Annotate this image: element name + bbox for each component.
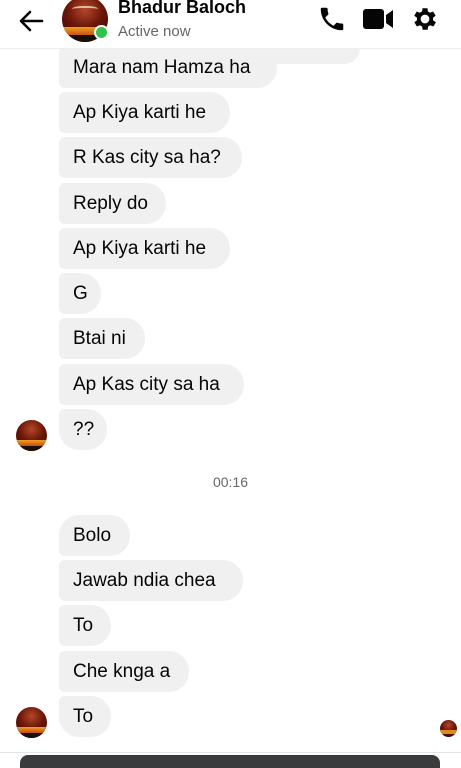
message-bubble[interactable]: Bolo <box>59 515 130 556</box>
seen-receipt-avatar <box>440 720 457 737</box>
contact-name[interactable]: Bhadur Baloch <box>118 0 246 18</box>
chat-screen: Bhadur Baloch Active now Mara nam Hamza … <box>0 0 461 768</box>
message-bubble[interactable]: Reply do <box>59 183 166 224</box>
active-status: Active now <box>118 23 191 40</box>
message-bubble[interactable]: G <box>59 273 101 314</box>
video-camera-icon <box>363 9 393 29</box>
arrow-left-icon <box>19 10 44 32</box>
video-call-button[interactable] <box>361 2 395 36</box>
message-bubble[interactable]: R Kas city sa ha? <box>59 137 242 178</box>
message-bubble[interactable]: Ap Kas city sa ha <box>59 364 244 405</box>
message-bubble[interactable]: To <box>59 696 111 737</box>
message-bubble[interactable]: Che knga a <box>59 651 189 692</box>
message-bubble[interactable]: To <box>59 605 111 646</box>
gear-icon <box>414 8 436 30</box>
message-bubble[interactable]: Ap Kiya karti he <box>59 228 230 269</box>
chat-header: Bhadur Baloch Active now <box>0 0 461 49</box>
message-bubble[interactable]: Ap Kiya karti he <box>59 92 230 133</box>
message-bubble[interactable]: Jawab ndia chea <box>59 560 243 601</box>
online-status-dot <box>94 25 109 40</box>
back-button[interactable] <box>14 4 48 38</box>
phone-icon <box>320 7 344 31</box>
message-bubble[interactable]: ?? <box>59 409 107 450</box>
sender-avatar[interactable] <box>16 420 47 451</box>
sender-avatar[interactable] <box>16 707 47 738</box>
audio-call-button[interactable] <box>315 2 349 36</box>
bottom-banner[interactable] <box>20 755 440 768</box>
message-thread[interactable]: Mara nam Hamza ha Ap Kiya karti he R Kas… <box>0 47 461 752</box>
message-bubble[interactable]: Btai ni <box>59 318 145 359</box>
message-timestamp: 00:16 <box>212 474 249 490</box>
settings-button[interactable] <box>408 2 442 36</box>
message-bubble[interactable]: Mara nam Hamza ha <box>59 47 277 88</box>
